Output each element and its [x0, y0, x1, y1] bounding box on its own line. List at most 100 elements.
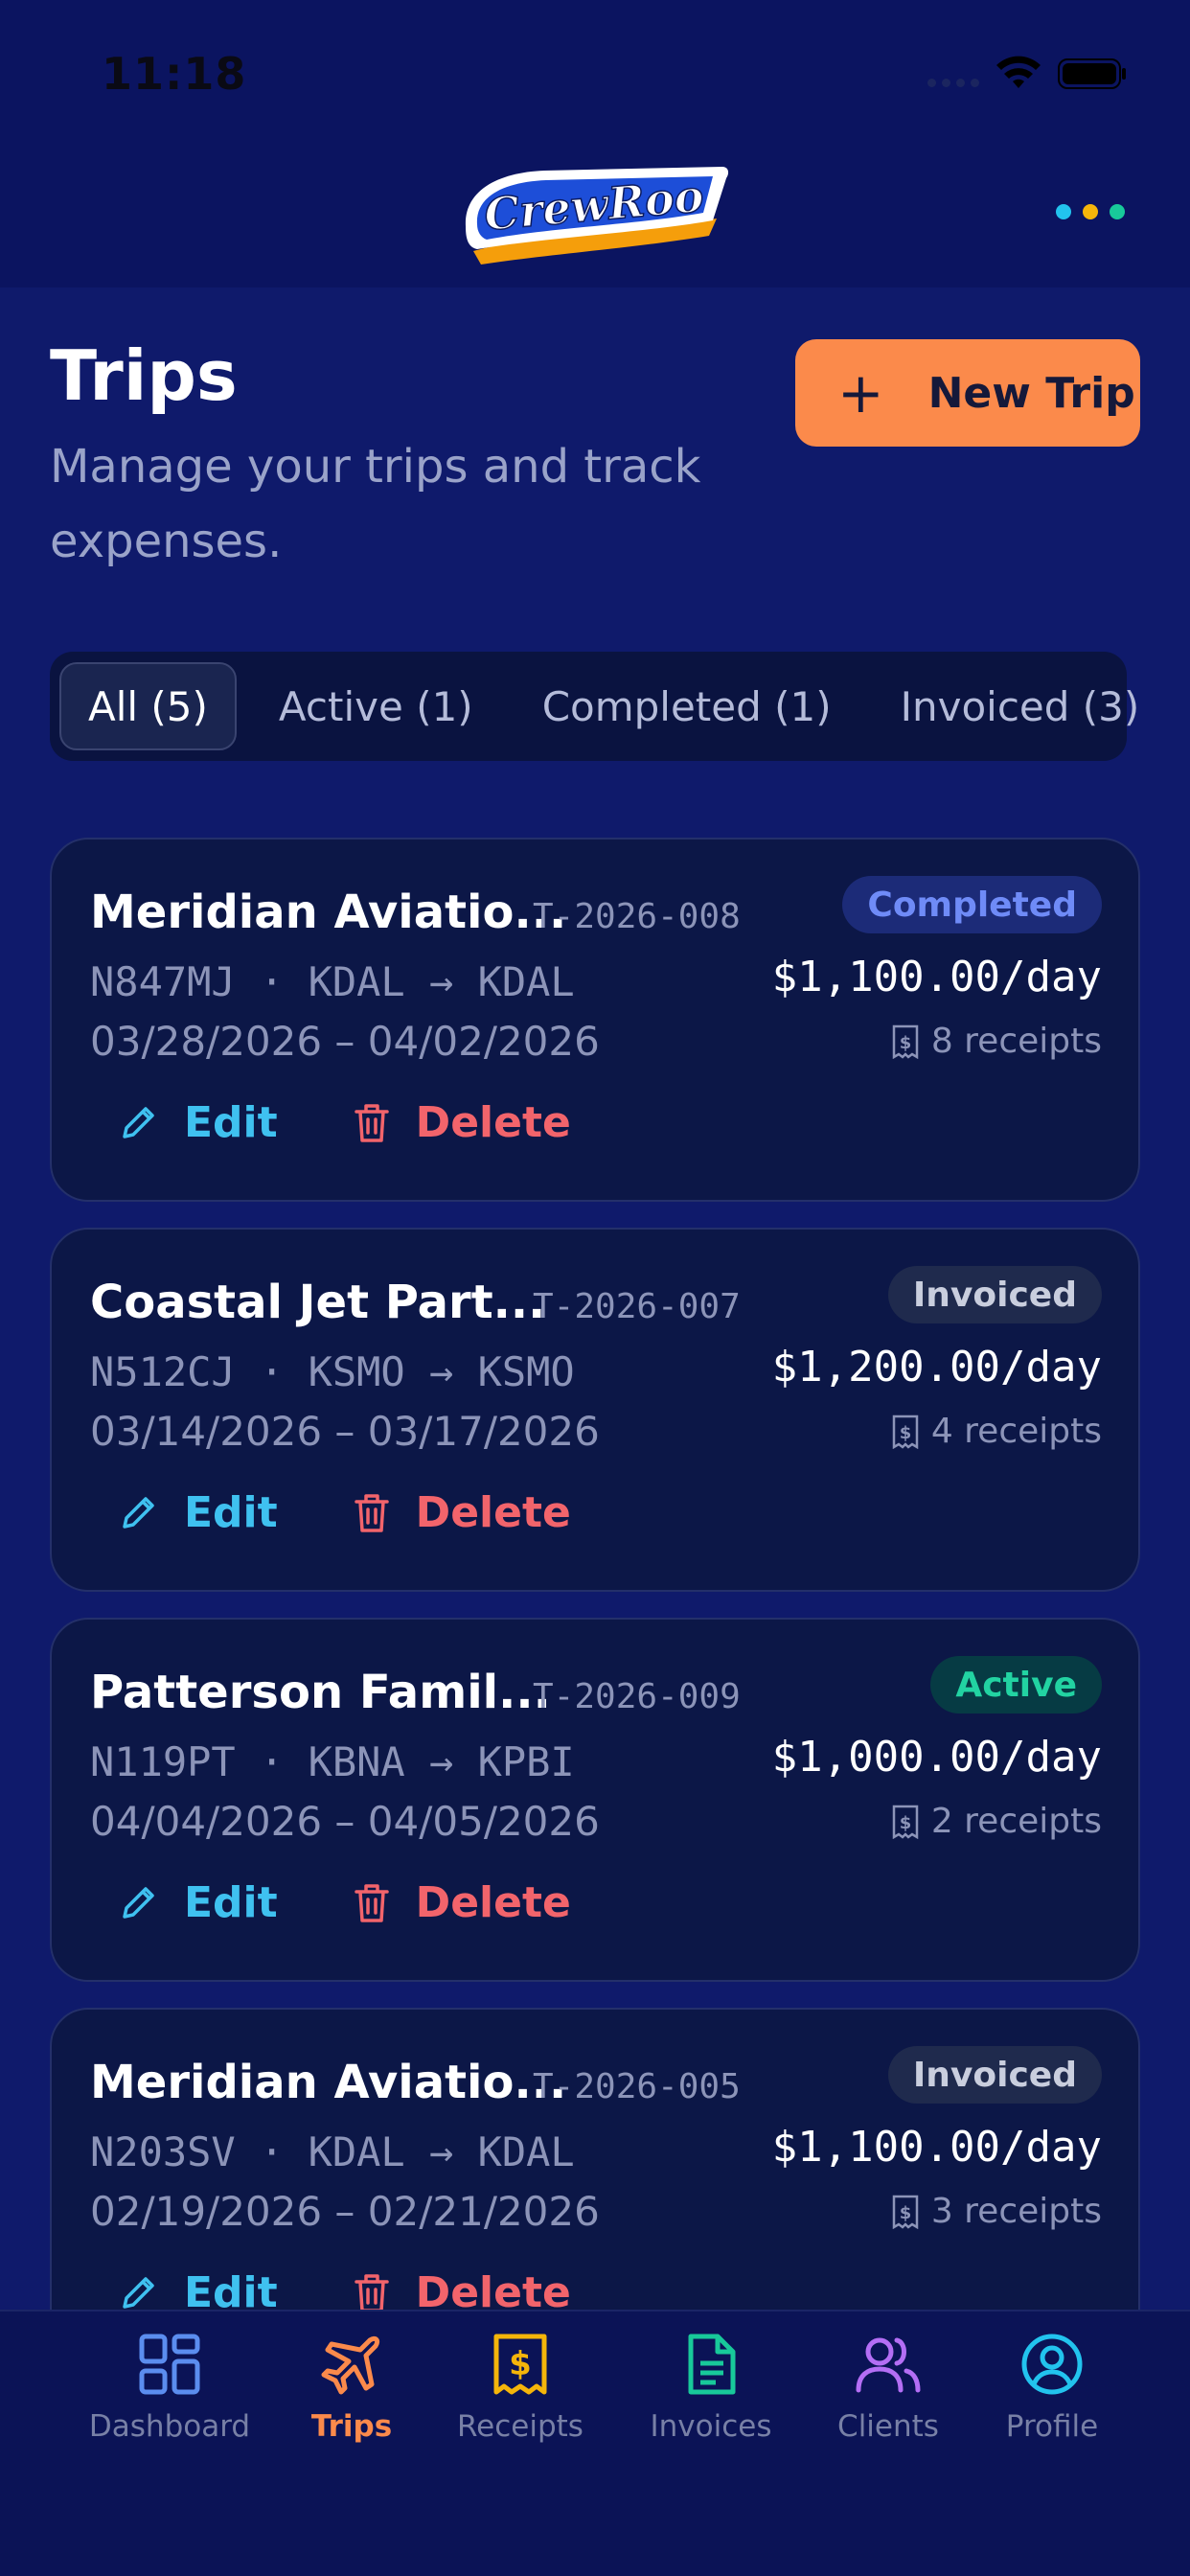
trash-icon: [354, 1493, 389, 1532]
battery-icon: [1058, 58, 1126, 89]
status-badge: Invoiced: [887, 2046, 1102, 2104]
signal-icon: [927, 60, 979, 87]
tab-clients-label: Clients: [837, 2409, 939, 2444]
filter-tabs: All (5) Active (1) Completed (1) Invoice…: [50, 652, 1139, 761]
trip-route: N847MJ · KDAL → KDAL: [90, 958, 575, 1005]
trash-icon: [354, 1883, 389, 1922]
trip-code: T-2026-007: [533, 1287, 741, 1326]
new-trip-label: New Trip: [927, 368, 1135, 418]
pencil-icon: [123, 1886, 154, 1919]
trip-receipts: $ 4 receipts: [891, 1412, 1102, 1451]
receipt-icon: $: [892, 1024, 919, 1059]
tab-profile[interactable]: Profile: [961, 2331, 1143, 2444]
status-badge: Invoiced: [887, 1266, 1102, 1323]
trip-client-name: Patterson Famil...: [90, 1666, 551, 1719]
receipt-icon: $: [892, 1414, 919, 1449]
trip-route: N203SV · KDAL → KDAL: [90, 2128, 575, 2175]
trip-rate: $1,000.00/day: [771, 1733, 1102, 1782]
document-icon: [688, 2334, 736, 2395]
delete-button[interactable]: Delete: [353, 1878, 571, 1927]
trip-actions: Edit Delete: [117, 1098, 571, 1147]
dashboard-icon: [139, 2334, 200, 2395]
receipt-icon: $: [493, 2334, 547, 2395]
svg-text:$: $: [900, 1813, 912, 1833]
more-options-icon[interactable]: [1056, 204, 1125, 219]
trip-client-name: Coastal Jet Part...: [90, 1276, 546, 1329]
trip-rate: $1,200.00/day: [771, 1343, 1102, 1392]
status-bar: 11:18: [0, 0, 1190, 144]
tab-receipts[interactable]: $ Receipts: [429, 2331, 611, 2444]
receipt-count: 4 receipts: [930, 1412, 1102, 1451]
svg-text:$: $: [900, 2203, 912, 2223]
app-header: CrewRoo: [0, 144, 1190, 288]
pencil-icon: [123, 2276, 154, 2309]
status-time: 11:18: [102, 48, 247, 100]
delete-label: Delete: [415, 1878, 571, 1927]
tab-profile-label: Profile: [1005, 2409, 1099, 2444]
receipt-icon: $: [892, 1805, 919, 1839]
pencil-icon: [123, 1106, 154, 1138]
trip-route: N119PT · KBNA → KPBI: [90, 1738, 575, 1785]
trip-card[interactable]: Patterson Famil... T-2026-009 Active N11…: [50, 1618, 1140, 1982]
edit-button[interactable]: Edit: [117, 1878, 278, 1927]
tab-invoices[interactable]: Invoices: [620, 2331, 802, 2444]
tab-dashboard[interactable]: Dashboard: [79, 2331, 261, 2444]
tab-trips[interactable]: Trips: [261, 2331, 443, 2444]
status-badge: Active: [930, 1656, 1102, 1714]
tab-clients[interactable]: Clients: [797, 2331, 979, 2444]
tab-dashboard-label: Dashboard: [88, 2409, 251, 2444]
edit-button[interactable]: Edit: [117, 1098, 278, 1147]
trip-card[interactable]: Meridian Aviatio... T-2026-008 Completed…: [50, 838, 1140, 1202]
trip-receipts: $ 8 receipts: [891, 1022, 1102, 1061]
filter-tab-all[interactable]: All (5): [59, 662, 237, 750]
trip-actions: Edit Delete: [117, 1878, 571, 1927]
new-trip-button[interactable]: + New Trip: [795, 339, 1140, 447]
trip-code: T-2026-008: [533, 897, 741, 936]
receipt-count: 3 receipts: [930, 2192, 1102, 2231]
filter-tab-invoiced[interactable]: Invoiced (3): [874, 662, 1167, 750]
status-badge: Completed: [842, 876, 1102, 933]
tab-trips-label: Trips: [310, 2409, 393, 2444]
filter-tab-active[interactable]: Active (1): [252, 662, 500, 750]
edit-label: Edit: [184, 1488, 278, 1537]
trip-actions: Edit Delete: [117, 1488, 571, 1537]
trip-client-name: Meridian Aviatio...: [90, 886, 567, 939]
trip-dates: 04/04/2026 – 04/05/2026: [90, 1798, 600, 1845]
edit-button[interactable]: Edit: [117, 1488, 278, 1537]
receipt-icon: $: [892, 2195, 919, 2229]
tab-invoices-label: Invoices: [650, 2409, 772, 2444]
trip-dates: 03/28/2026 – 04/02/2026: [90, 1018, 600, 1065]
plane-icon: [321, 2335, 380, 2395]
trip-receipts: $ 2 receipts: [891, 1802, 1102, 1841]
delete-button[interactable]: Delete: [353, 1488, 571, 1537]
trip-dates: 02/19/2026 – 02/21/2026: [90, 2188, 600, 2235]
svg-text:$: $: [509, 2345, 532, 2383]
bottom-tab-bar: Dashboard Trips $ Receipts Invoices Clie…: [0, 2310, 1190, 2576]
svg-text:$: $: [900, 1033, 912, 1053]
status-icons: [927, 56, 1127, 92]
trip-rate: $1,100.00/day: [771, 953, 1102, 1001]
page-subtitle: Manage your trips and track expenses.: [50, 440, 701, 568]
delete-button[interactable]: Delete: [353, 1098, 571, 1147]
trash-icon: [354, 1103, 389, 1142]
trip-rate: $1,100.00/day: [771, 2123, 1102, 2172]
trip-dates: 03/14/2026 – 03/17/2026: [90, 1408, 600, 1455]
users-icon: [856, 2337, 921, 2393]
trip-receipts: $ 3 receipts: [891, 2192, 1102, 2231]
trip-card[interactable]: Coastal Jet Part... T-2026-007 Invoiced …: [50, 1228, 1140, 1592]
wifi-icon: [996, 56, 1041, 88]
trip-client-name: Meridian Aviatio...: [90, 2056, 567, 2109]
trip-code: T-2026-009: [533, 1677, 741, 1716]
crewroo-logo: CrewRoo: [465, 167, 729, 264]
trip-code: T-2026-005: [533, 2067, 741, 2106]
pencil-icon: [123, 1496, 154, 1529]
receipt-count: 8 receipts: [930, 1022, 1102, 1061]
edit-label: Edit: [184, 1878, 278, 1927]
plus-icon: +: [837, 360, 884, 426]
filter-tab-completed[interactable]: Completed (1): [515, 662, 858, 750]
receipt-count: 2 receipts: [930, 1802, 1102, 1841]
trip-route: N512CJ · KSMO → KSMO: [90, 1348, 575, 1395]
delete-label: Delete: [415, 1488, 571, 1537]
trash-icon: [354, 2273, 389, 2312]
user-circle-icon: [1021, 2334, 1083, 2395]
